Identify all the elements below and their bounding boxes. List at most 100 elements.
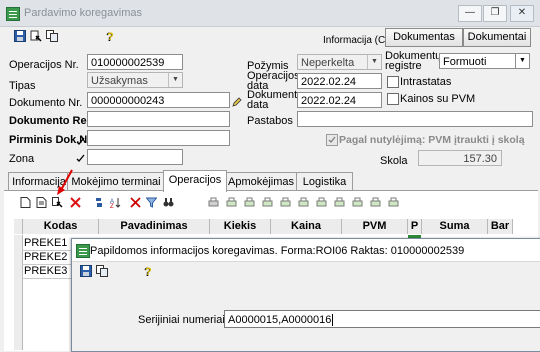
tab-mokejimo-terminai[interactable]: Mokėjimo terminai bbox=[67, 172, 165, 191]
tipas-value: Užsakymas bbox=[91, 75, 148, 87]
print-icon[interactable] bbox=[388, 197, 399, 208]
papildomos-informacijos-dialog: Papildomos informacijos koregavimas. For… bbox=[71, 238, 540, 352]
restore-button[interactable]: ❐ bbox=[483, 5, 507, 22]
kainos-su-pvm-label: Kainos su PVM bbox=[400, 93, 476, 105]
col-header-kiekis[interactable]: Kiekis bbox=[210, 219, 271, 234]
row-kodas: PREKE2 bbox=[24, 251, 68, 263]
skola-field: 157.30 bbox=[418, 150, 502, 166]
pastabos-field[interactable] bbox=[297, 111, 533, 127]
dokumento-reg-label: Dokumento Reg. bbox=[9, 115, 97, 127]
dokumento-nr-field[interactable]: 000000000243 bbox=[87, 92, 230, 108]
print-icon[interactable] bbox=[244, 197, 255, 208]
print-icon[interactable] bbox=[280, 197, 291, 208]
col-header-suma[interactable]: Suma bbox=[422, 219, 488, 234]
row-kodas: PREKE1 bbox=[24, 237, 68, 249]
svg-text:?: ? bbox=[107, 31, 114, 42]
copy-icon[interactable] bbox=[46, 30, 58, 42]
operacijos-nr-field[interactable]: 010000002539 bbox=[87, 54, 183, 70]
dokumento-data-field[interactable]: 2022.02.24 bbox=[297, 92, 382, 108]
app-icon bbox=[76, 244, 90, 258]
help-icon[interactable]: ? ? bbox=[142, 265, 154, 277]
title-bar: Pardavimo koregavimas — ❐ ✕ bbox=[0, 0, 540, 27]
pirminis-dok-nr-field[interactable] bbox=[87, 130, 230, 146]
checkmark-icon bbox=[76, 137, 85, 145]
operacijos-data-field[interactable]: 2022.02.24 bbox=[297, 73, 382, 89]
pagal-nutylejima-checkbox[interactable] bbox=[326, 134, 338, 146]
dialog-title-bar: Papildomos informacijos koregavimas. For… bbox=[72, 239, 540, 262]
dokumento-nr-label: Dokumento Nr. bbox=[9, 97, 83, 109]
red-arrow-annotation bbox=[57, 169, 73, 195]
col-header-kodas[interactable]: Kodas bbox=[23, 219, 99, 234]
pozymis-value: Neperkelta bbox=[301, 57, 355, 69]
print-icon[interactable] bbox=[262, 197, 273, 208]
edit-document-icon[interactable] bbox=[36, 197, 47, 208]
operacijos-nr-label: Operacijos Nr. bbox=[9, 59, 79, 71]
help-icon[interactable]: ? ? bbox=[104, 30, 116, 42]
copy-icon[interactable] bbox=[96, 265, 108, 277]
pozymis-select[interactable]: Neperkelta ▼ bbox=[297, 54, 382, 70]
dialog-title: Papildomos informacijos koregavimas. For… bbox=[90, 245, 465, 257]
chevron-down-icon[interactable]: ▼ bbox=[515, 54, 529, 68]
serijiniai-numeriai-label: Serijiniai numeriai bbox=[138, 314, 225, 326]
delete-icon[interactable] bbox=[70, 197, 81, 208]
close-button[interactable]: ✕ bbox=[510, 5, 534, 22]
binoculars-icon[interactable] bbox=[163, 197, 174, 208]
filter-icon[interactable] bbox=[146, 197, 157, 208]
tools-icon[interactable] bbox=[52, 197, 63, 208]
filter-remove-icon[interactable] bbox=[130, 197, 141, 208]
print-icon[interactable] bbox=[352, 197, 363, 208]
pencil-icon[interactable] bbox=[232, 97, 242, 107]
print-icon[interactable] bbox=[298, 197, 309, 208]
minimize-button[interactable]: — bbox=[458, 5, 482, 22]
col-header-kaina[interactable]: Kaina bbox=[271, 219, 342, 234]
tab-operacijos[interactable]: Operacijos bbox=[163, 170, 227, 192]
col-header-p[interactable]: P bbox=[408, 219, 422, 234]
checkmark-icon bbox=[328, 136, 336, 144]
tipas-select[interactable]: Užsakymas ▼ bbox=[87, 72, 183, 88]
serijiniai-numeriai-field[interactable]: A0000015,A0000016 bbox=[224, 310, 540, 328]
tipas-label: Tipas bbox=[9, 80, 36, 92]
window-title: Pardavimo koregavimas bbox=[24, 7, 142, 19]
dokumentu-registre-label: Dokumentų registre bbox=[385, 50, 442, 72]
app-icon bbox=[6, 7, 20, 21]
print-icon[interactable] bbox=[208, 197, 219, 208]
dokumento-reg-field[interactable] bbox=[87, 111, 230, 127]
table-row[interactable]: PREKE3 bbox=[22, 264, 76, 279]
svg-text:?: ? bbox=[145, 266, 152, 277]
col-header-pavadinimas[interactable]: Pavadinimas bbox=[99, 219, 210, 234]
dokumentai-button[interactable]: Dokumentai bbox=[463, 28, 531, 47]
text-cursor bbox=[332, 314, 334, 327]
intrastatas-label: Intrastatas bbox=[400, 76, 452, 88]
print-icon[interactable] bbox=[334, 197, 345, 208]
save-icon[interactable] bbox=[80, 265, 92, 277]
skola-label: Skola bbox=[380, 155, 408, 167]
dokumentu-registre-value: Formuoti bbox=[443, 56, 487, 68]
chevron-down-icon[interactable]: ▼ bbox=[168, 73, 182, 87]
checkmark-icon bbox=[76, 154, 85, 162]
zona-label: Zona bbox=[9, 153, 35, 165]
sort-az-icon[interactable]: AZ bbox=[110, 197, 121, 208]
row-kodas: PREKE3 bbox=[24, 265, 68, 277]
col-header-bar[interactable]: Bar bbox=[488, 219, 513, 234]
dokumentu-registre-select[interactable]: Formuoti ▼ bbox=[439, 53, 530, 69]
tab-logistika[interactable]: Logistika bbox=[296, 172, 353, 191]
main-window: Pardavimo koregavimas — ❐ ✕ ? ? Informac… bbox=[0, 0, 540, 352]
dokumento-data-label: Dokumento data bbox=[247, 89, 304, 111]
tab-apmokejimas[interactable]: Apmokėjimas bbox=[225, 172, 297, 191]
table-row[interactable]: PREKE2 bbox=[22, 250, 76, 265]
print-icon[interactable] bbox=[370, 197, 381, 208]
print-icon[interactable] bbox=[316, 197, 327, 208]
print-icon[interactable] bbox=[226, 197, 237, 208]
zona-field[interactable] bbox=[87, 149, 183, 165]
save-icon[interactable] bbox=[14, 30, 26, 42]
col-header-pvm[interactable]: PVM bbox=[342, 219, 408, 234]
dokumentas-button[interactable]: Dokumentas bbox=[385, 28, 463, 47]
sort-icon[interactable] bbox=[94, 197, 105, 208]
intrastatas-checkbox[interactable] bbox=[387, 76, 399, 88]
serijiniai-numeriai-value: A0000015,A0000016 bbox=[228, 314, 332, 326]
new-document-icon[interactable] bbox=[20, 197, 31, 208]
table-row[interactable]: PREKE1 bbox=[22, 236, 76, 251]
tools-icon[interactable] bbox=[30, 30, 42, 42]
chevron-down-icon[interactable]: ▼ bbox=[367, 55, 381, 69]
kainos-su-pvm-checkbox[interactable] bbox=[387, 93, 399, 105]
